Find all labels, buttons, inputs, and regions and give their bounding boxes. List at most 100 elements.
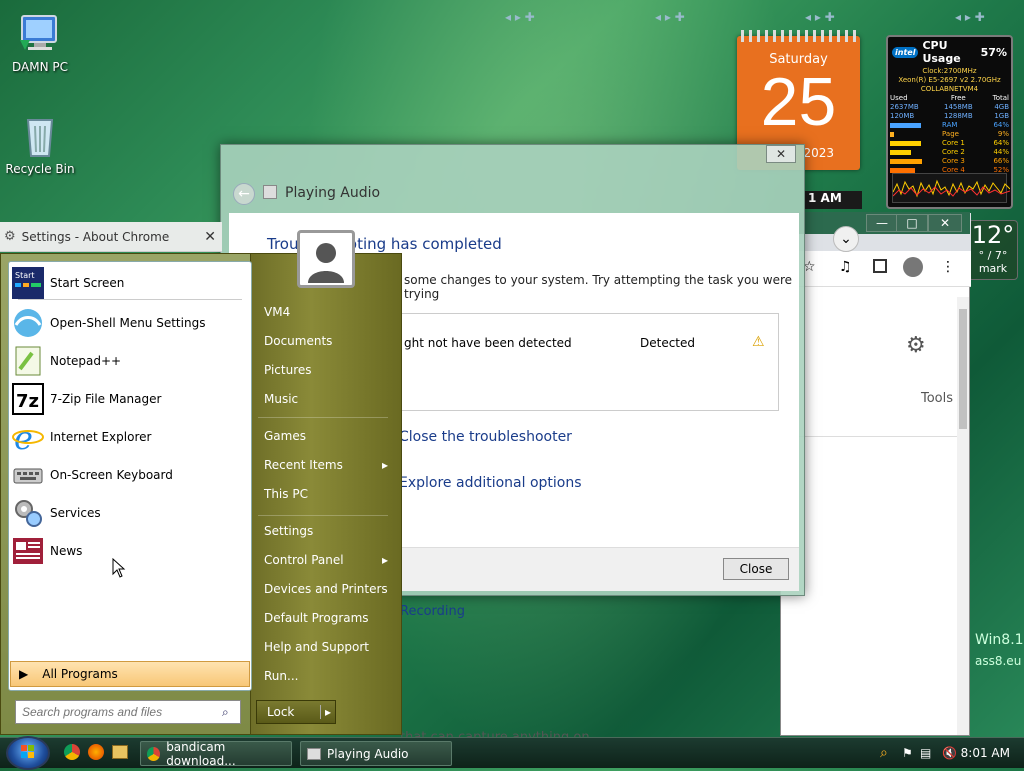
- meter-row: Core 3 66%: [888, 157, 1011, 166]
- chevron-down-icon[interactable]: ⌄: [833, 226, 859, 252]
- search-icon[interactable]: ⌕: [222, 705, 229, 720]
- flag-icon[interactable]: ⚑: [902, 746, 913, 760]
- meter-row: Core 1 64%: [888, 139, 1011, 148]
- meter-bar: [888, 130, 940, 139]
- start-menu-item[interactable]: Start Start Screen: [12, 265, 248, 301]
- close-button[interactable]: Close: [723, 558, 789, 580]
- gear-icon[interactable]: ⚙: [906, 333, 926, 358]
- close-tab-icon[interactable]: ✕: [204, 229, 216, 245]
- start-menu-right-item[interactable]: Pictures: [264, 363, 392, 377]
- tools-label: Tools: [921, 391, 954, 406]
- start-menu-right-item[interactable]: Control Panel ▸: [264, 553, 392, 567]
- start-menu-item[interactable]: Open-Shell Menu Settings: [12, 305, 248, 341]
- meter-bar: [888, 121, 940, 130]
- sidebar-controls: ◂ ▸ ✚: [805, 10, 835, 24]
- recycle-bin-icon: [16, 112, 64, 160]
- recording-link[interactable]: Recording: [400, 604, 465, 619]
- start-menu-item[interactable]: 7z 7-Zip File Manager: [12, 381, 248, 417]
- close-button[interactable]: ✕: [928, 214, 962, 232]
- sidebar-controls: ◂ ▸ ✚: [505, 10, 535, 24]
- usage-meters: RAM 64% Page 9% Core 1 64% Core 2 44% Core 3 66% C…: [888, 121, 1011, 175]
- start-menu-right-item[interactable]: Games: [264, 429, 392, 443]
- volume-muted-icon[interactable]: 🔇: [942, 746, 957, 760]
- windows-start-orb-icon[interactable]: [6, 736, 50, 770]
- back-arrow-icon[interactable]: ←: [233, 183, 255, 205]
- close-icon[interactable]: ✕: [766, 145, 796, 163]
- calendar-rings: [741, 30, 856, 42]
- desktop-icon-damn-pc[interactable]: DAMN PC: [0, 10, 80, 74]
- folder-icon[interactable]: [112, 745, 128, 759]
- meter-bar: [888, 157, 940, 166]
- time-badge: 1 AM: [804, 191, 862, 209]
- taskbar-button-playing-audio[interactable]: Playing Audio: [300, 741, 452, 766]
- close-troubleshooter-link[interactable]: Close the troubleshooter: [399, 429, 572, 445]
- taskbar: bandicam download... Playing Audio ⌕ ⚑ ▤…: [0, 736, 1024, 770]
- start-menu-right-item[interactable]: Music: [264, 392, 392, 406]
- taskbar-button-bandicam[interactable]: bandicam download...: [140, 740, 292, 768]
- chrome-divider: [781, 436, 957, 437]
- svg-text:e: e: [14, 421, 33, 453]
- svg-text:7z: 7z: [16, 391, 39, 412]
- start-menu-right-item[interactable]: Documents: [264, 334, 392, 348]
- start-menu-item-label: Notepad++: [50, 354, 122, 368]
- all-programs-button[interactable]: ▶ All Programs: [10, 661, 250, 687]
- desktop-icon-recycle-bin[interactable]: Recycle Bin: [0, 112, 80, 176]
- arrow-right-icon: ▶: [19, 667, 29, 681]
- lock-options-icon[interactable]: ▸: [319, 705, 331, 719]
- intel-logo-icon: intel: [892, 46, 919, 58]
- start-menu-item[interactable]: On-Screen Keyboard: [12, 457, 248, 493]
- start-menu-right-label: VM4: [264, 305, 291, 319]
- minimize-button[interactable]: —: [866, 214, 898, 232]
- settings-tab[interactable]: ⚙ Settings - About Chrome ✕: [0, 222, 222, 252]
- menu-icon[interactable]: ⋮: [941, 259, 955, 275]
- start-menu-right-item[interactable]: This PC: [264, 487, 392, 501]
- lock-button[interactable]: Lock ▸: [256, 700, 336, 724]
- weather-gadget[interactable]: 12° ° / 7° mark: [968, 220, 1018, 280]
- meter-bar: [888, 148, 940, 157]
- network-icon[interactable]: ▤: [920, 746, 931, 760]
- start-menu-right-item[interactable]: VM4: [264, 305, 392, 319]
- cpu-gadget[interactable]: intel CPU Usage 57% Clock:2700MHz Xeon(R…: [886, 35, 1013, 209]
- maximize-button[interactable]: □: [896, 214, 928, 232]
- speaker-icon: [263, 185, 277, 199]
- chrome-scrollbar[interactable]: [957, 297, 969, 735]
- start-menu-right-item[interactable]: Settings: [264, 524, 392, 538]
- sidebar-controls: ◂ ▸ ✚: [955, 10, 985, 24]
- clock[interactable]: 8:01 AM: [961, 746, 1010, 760]
- settings-tab-title: Settings - About Chrome: [21, 229, 170, 244]
- meter-row: Core 2 44%: [888, 148, 1011, 157]
- explore-options-link[interactable]: Explore additional options: [399, 475, 582, 491]
- chrome-window[interactable]: ☆ ♫ ⋮ ⚙ Tools: [780, 212, 971, 736]
- cpu-graph: [892, 173, 1011, 203]
- firefox-icon[interactable]: [88, 744, 104, 760]
- profile-icon[interactable]: [903, 257, 923, 277]
- chrome-icon[interactable]: [64, 744, 80, 760]
- search-input[interactable]: [15, 700, 241, 724]
- search-tray-icon[interactable]: ⌕: [880, 745, 888, 761]
- svg-text:Start: Start: [15, 271, 35, 280]
- start-menu-right-label: This PC: [264, 487, 308, 501]
- scrollbar-thumb[interactable]: [959, 309, 967, 429]
- start-menu-right-item[interactable]: Run...: [264, 669, 392, 683]
- start-menu-item[interactable]: e Internet Explorer: [12, 419, 248, 457]
- cpu-percent: 57%: [980, 45, 1007, 59]
- meter-value: 9%: [997, 130, 1009, 138]
- problem-status: Detected: [640, 336, 696, 350]
- meter-label: RAM: [942, 121, 958, 129]
- start-menu-right-item[interactable]: Default Programs: [264, 611, 392, 625]
- calendar-day: 25: [760, 64, 837, 140]
- sidepanel-icon[interactable]: [873, 259, 887, 273]
- troubleshooter-icon: [307, 747, 321, 760]
- notepad-icon: [12, 345, 44, 377]
- start-menu-item[interactable]: News: [12, 533, 248, 569]
- start-menu-right-item[interactable]: Devices and Printers: [264, 582, 392, 596]
- start-menu[interactable]: Start Start Screen Open-Shell Menu Setting…: [0, 253, 402, 735]
- start-menu-right-item[interactable]: Recent Items ▸: [264, 458, 392, 472]
- meter-value: 66%: [993, 157, 1009, 165]
- start-menu-right-item[interactable]: Help and Support: [264, 640, 392, 654]
- start-menu-item[interactable]: Services: [12, 495, 248, 531]
- start-menu-item[interactable]: Notepad++: [12, 343, 248, 379]
- start-screen-icon: Start: [12, 267, 44, 299]
- start-menu-right-label: Control Panel: [264, 553, 344, 567]
- media-icon[interactable]: ♫: [839, 259, 852, 275]
